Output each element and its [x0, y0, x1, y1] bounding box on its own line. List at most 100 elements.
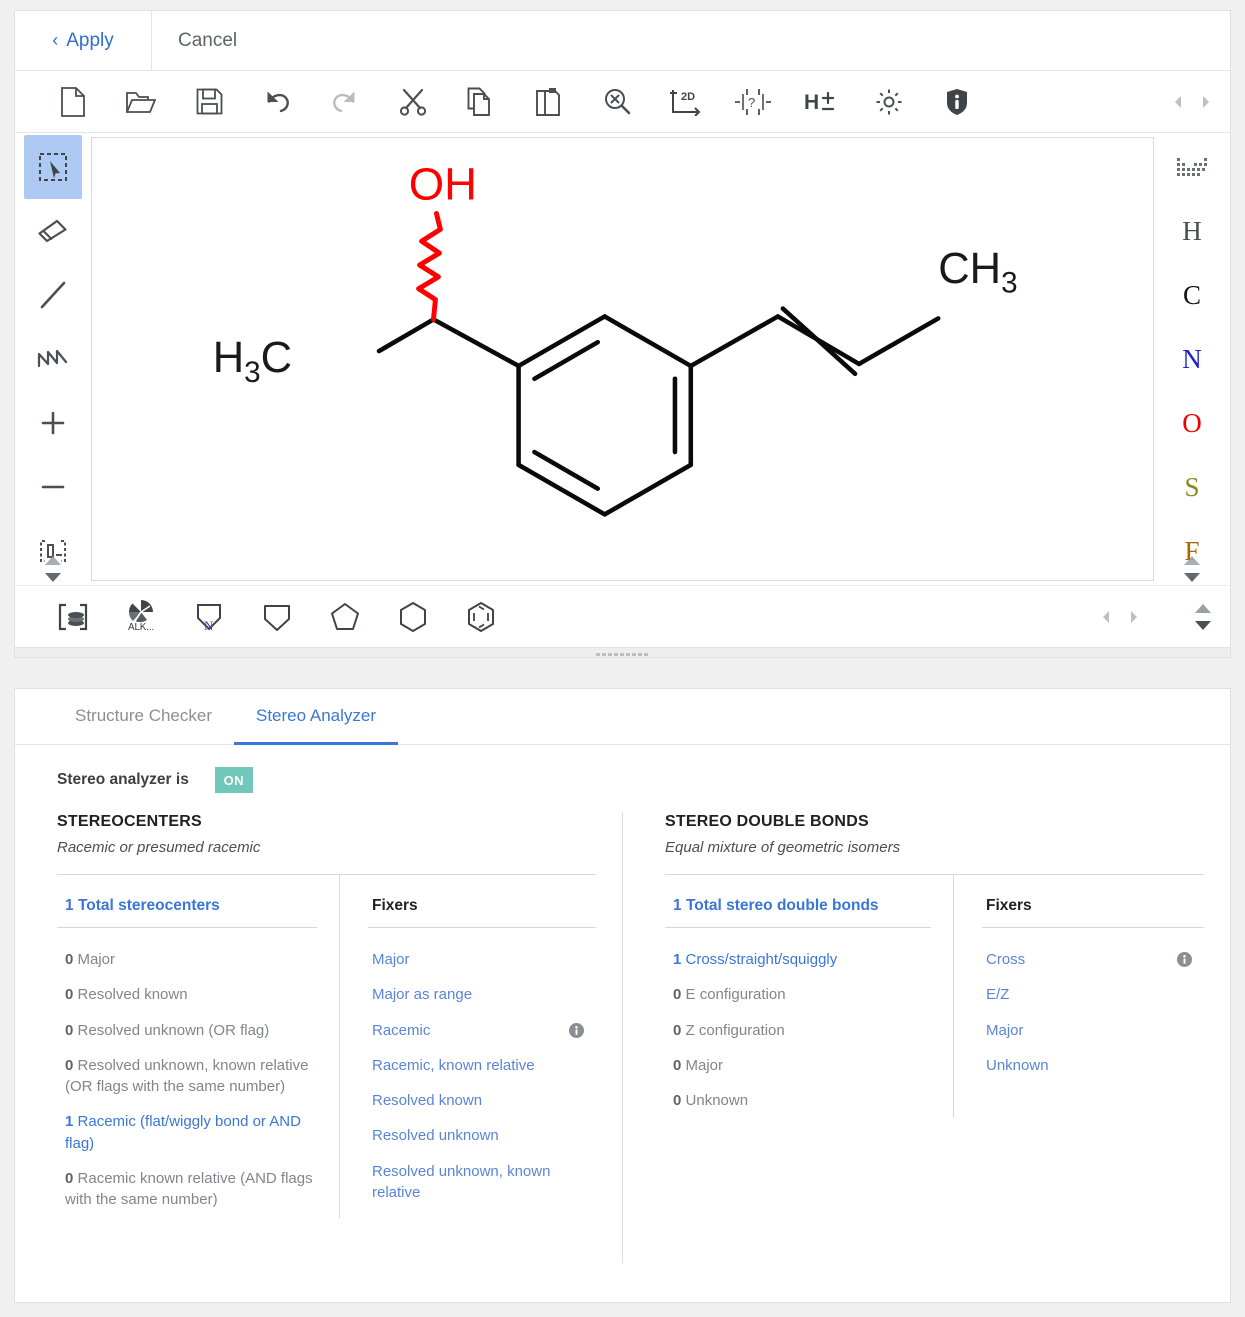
count-label: Cross/straight/squiggly [686, 951, 838, 968]
periodic-table-icon[interactable] [1163, 135, 1221, 199]
count-row: 0 Unknown [665, 1083, 931, 1118]
stereocenters-counts-column: 1 Total stereocenters 0 Major 0 Resolved… [57, 875, 339, 1218]
toolbar-prev-arrow-icon[interactable] [1172, 94, 1184, 110]
tab-stereo-analyzer-label: Stereo Analyzer [256, 706, 376, 726]
fixer-row[interactable]: Major as range [368, 977, 596, 1012]
stereo-double-bonds-subtitle: Equal mixture of geometric isomers [665, 839, 1204, 856]
fixer-row[interactable]: Major [982, 1013, 1204, 1048]
back-chevron-icon: ‹ [52, 31, 58, 49]
selection-tool[interactable] [24, 135, 82, 199]
cancel-button[interactable]: Cancel [152, 11, 263, 70]
count-label: Major [78, 951, 116, 968]
hydrogen-toggle-icon[interactable]: H [787, 78, 855, 126]
info-icon[interactable] [1177, 952, 1192, 967]
toolbar-pager [1172, 94, 1212, 110]
element-scroll-up-arrow-icon[interactable] [1183, 555, 1201, 566]
fixer-row[interactable]: Resolved known [368, 1083, 596, 1118]
count-number: 0 [65, 951, 73, 968]
template-scroll-up-arrow-icon[interactable] [1194, 603, 1212, 614]
stereo-unknown-icon[interactable]: ? [719, 78, 787, 126]
fixer-row[interactable]: Major [368, 942, 596, 977]
analyzer-panel: Structure Checker Stereo Analyzer Stereo… [14, 688, 1231, 1303]
element-h[interactable]: H [1163, 199, 1221, 263]
fixer-row[interactable]: Resolved unknown, known relative [368, 1154, 596, 1211]
info-icon[interactable] [569, 1023, 584, 1038]
tab-stereo-analyzer[interactable]: Stereo Analyzer [234, 689, 398, 745]
fixer-label: E/Z [986, 984, 1009, 1005]
stereo-double-bonds-total-label: Total stereo double bonds [686, 897, 879, 914]
rail-scroll-down-arrow-icon[interactable] [44, 572, 62, 583]
fixer-row[interactable]: Resolved unknown [368, 1118, 596, 1153]
increase-charge-tool[interactable] [24, 391, 82, 455]
fixer-row[interactable]: E/Z [982, 977, 1204, 1012]
fixer-label: Resolved unknown [372, 1125, 499, 1146]
fixer-row[interactable]: Racemic, known relative [368, 1048, 596, 1083]
template-next-arrow-icon[interactable] [1128, 609, 1140, 625]
count-label: Major [686, 1057, 724, 1074]
copy-icon[interactable] [447, 78, 515, 126]
count-number: 0 [65, 986, 73, 1003]
toolbar-next-arrow-icon[interactable] [1200, 94, 1212, 110]
cyclohexane-template-icon[interactable] [379, 591, 447, 643]
count-row[interactable]: 1 Cross/straight/squiggly [665, 942, 931, 977]
count-label: E configuration [686, 986, 786, 1003]
chain-tool[interactable] [24, 327, 82, 391]
template-toolbar: ALK... N [15, 585, 1230, 647]
cyclopentadiene-template-icon[interactable] [243, 591, 311, 643]
toggle-knob [201, 767, 215, 793]
wiggly-stereo-bond [419, 214, 441, 320]
fixer-label: Major [986, 1020, 1024, 1041]
undo-icon[interactable] [243, 78, 311, 126]
rail-scroll-up-arrow-icon[interactable] [44, 555, 62, 566]
new-file-icon[interactable] [39, 78, 107, 126]
label-oh: OH [409, 159, 477, 210]
save-icon[interactable] [175, 78, 243, 126]
info-icon[interactable] [923, 78, 991, 126]
eraser-tool[interactable] [24, 199, 82, 263]
stereo-double-bonds-count-list: 1 Cross/straight/squiggly 0 E configurat… [665, 928, 931, 1118]
decrease-charge-tool[interactable] [24, 455, 82, 519]
count-number: 0 [673, 1022, 681, 1039]
alkali-templates-icon[interactable]: ALK... [107, 591, 175, 643]
element-n[interactable]: N [1163, 327, 1221, 391]
stereocenters-total-number: 1 [65, 897, 74, 914]
template-pager [1100, 609, 1140, 625]
count-row: 0 Resolved known [57, 977, 317, 1012]
count-number: 0 [65, 1022, 73, 1039]
fixer-label: Resolved known [372, 1090, 482, 1111]
stereocenters-total-header[interactable]: 1 Total stereocenters [57, 875, 317, 928]
workspace: H3C OH CH3 [15, 133, 1230, 585]
panel-resize-grip[interactable] [15, 647, 1230, 658]
open-folder-icon[interactable] [107, 78, 175, 126]
element-o[interactable]: O [1163, 391, 1221, 455]
benzene-template-icon[interactable] [447, 591, 515, 643]
fixer-row[interactable]: Cross [982, 942, 1204, 977]
settings-gear-icon[interactable] [855, 78, 923, 126]
element-scroll-down-arrow-icon[interactable] [1183, 572, 1201, 583]
clean-2d-icon[interactable]: 2D [651, 78, 719, 126]
redo-icon[interactable] [311, 78, 379, 126]
pyrrole-template-icon[interactable]: N [175, 591, 243, 643]
fixer-row[interactable]: Racemic [368, 1013, 596, 1048]
apply-button-label: Apply [66, 30, 114, 52]
element-s[interactable]: S [1163, 455, 1221, 519]
paste-icon[interactable] [515, 78, 583, 126]
single-bond-tool[interactable] [24, 263, 82, 327]
abbreviated-group-icon[interactable] [39, 591, 107, 643]
template-scroll-down-arrow-icon[interactable] [1194, 620, 1212, 631]
analyzer-sections: STEREOCENTERS Racemic or presumed racemi… [15, 793, 1230, 1263]
stereo-double-bonds-total-header[interactable]: 1 Total stereo double bonds [665, 875, 931, 928]
clear-zoom-icon[interactable] [583, 78, 651, 126]
count-row[interactable]: 1 Racemic (flat/wiggly bond or AND flag) [57, 1104, 317, 1161]
stereo-analyzer-toggle[interactable]: ON [201, 767, 253, 793]
count-row: 0 Resolved unknown (OR flag) [57, 1013, 317, 1048]
molecule-canvas[interactable]: H3C OH CH3 [91, 137, 1154, 581]
fixer-row[interactable]: Unknown [982, 1048, 1204, 1083]
element-c[interactable]: C [1163, 263, 1221, 327]
apply-button[interactable]: ‹ Apply [15, 11, 152, 70]
template-prev-arrow-icon[interactable] [1100, 609, 1112, 625]
cut-scissors-icon[interactable] [379, 78, 447, 126]
tab-structure-checker[interactable]: Structure Checker [53, 689, 234, 745]
cyclopentane-template-icon[interactable] [311, 591, 379, 643]
main-toolbar: 2D ? H [15, 71, 1230, 133]
